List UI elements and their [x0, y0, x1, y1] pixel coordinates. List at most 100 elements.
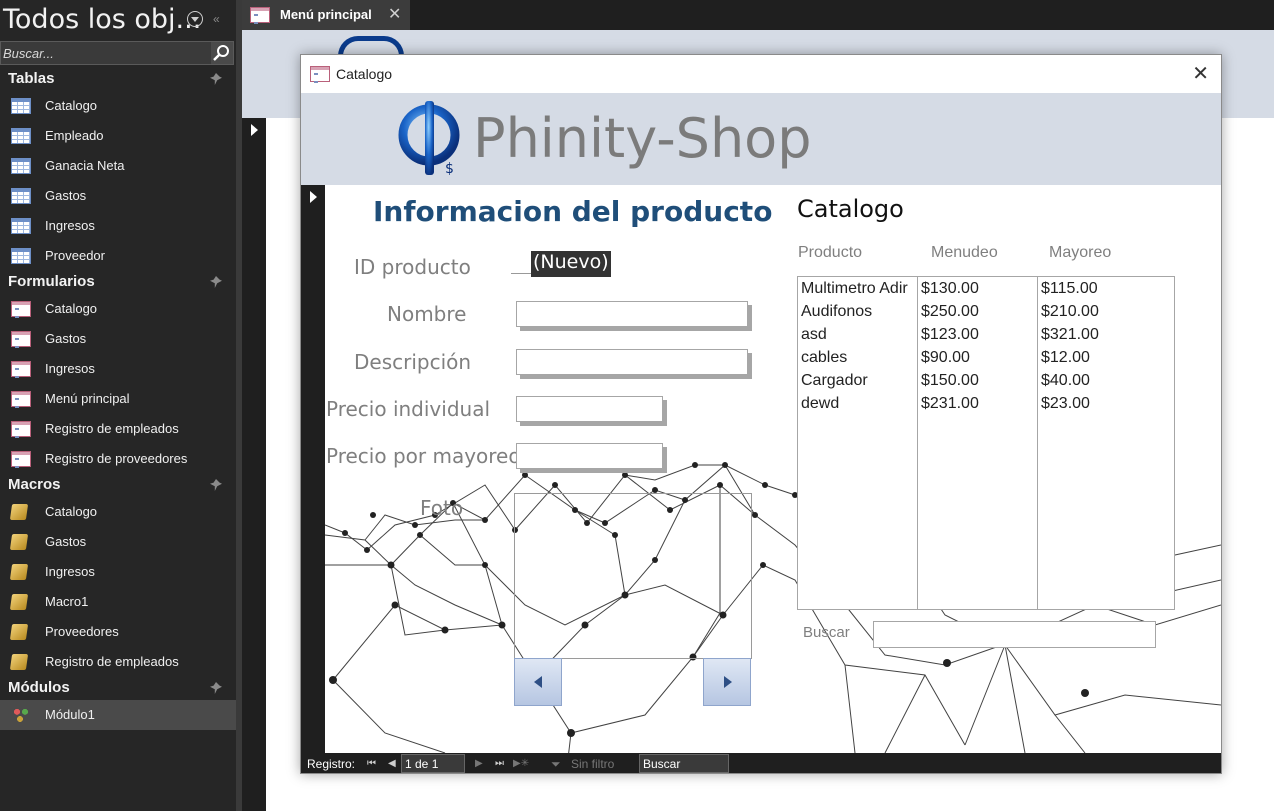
- nav-item-macro-proveedores[interactable]: Proveedores: [0, 617, 236, 647]
- filter-icon[interactable]: ⏷: [551, 753, 561, 773]
- record-position-field[interactable]: [401, 754, 465, 773]
- pin-icon[interactable]: [210, 479, 222, 491]
- cell-menudeo: $130.00: [921, 280, 979, 297]
- nav-item-macro-catalogo[interactable]: Catalogo: [0, 497, 236, 527]
- nav-item-table-proveedor[interactable]: Proveedor: [0, 241, 236, 271]
- nav-pane-title[interactable]: Todos los obj...: [3, 4, 201, 35]
- next-photo-button[interactable]: [703, 658, 751, 706]
- group-header-modulos[interactable]: Módulos: [0, 675, 236, 701]
- collapse-pane-icon[interactable]: «: [213, 12, 220, 26]
- nombre-label: Nombre: [387, 302, 467, 326]
- cell-producto: Multimetro Adir: [801, 280, 908, 297]
- nav-item-macro-gastos[interactable]: Gastos: [0, 527, 236, 557]
- phi-logo-icon: $: [398, 101, 460, 177]
- previous-record-icon[interactable]: ◀: [388, 753, 396, 773]
- pin-icon[interactable]: [210, 682, 222, 694]
- record-selector[interactable]: [242, 118, 266, 811]
- pin-icon[interactable]: [210, 73, 222, 85]
- form-icon: [11, 301, 31, 318]
- form-icon: [11, 451, 31, 468]
- nav-item-table-catalogo[interactable]: Catalogo: [0, 91, 236, 121]
- group-label: Tablas: [8, 70, 55, 87]
- catalog-listbox[interactable]: Multimetro Adir $130.00 $115.00 Audifonos $…: [797, 276, 1175, 610]
- table-icon: [11, 128, 31, 144]
- precio-individual-field[interactable]: [516, 396, 663, 422]
- macro-icon: [9, 564, 29, 580]
- id-producto-value[interactable]: (Nuevo): [531, 251, 611, 277]
- macro-icon: [9, 504, 29, 520]
- nav-item-form-catalogo[interactable]: Catalogo: [0, 294, 236, 324]
- precio-mayoreo-field[interactable]: [516, 443, 663, 469]
- cell-menudeo: $123.00: [921, 326, 979, 343]
- nav-item-form-registro-empleados[interactable]: Registro de empleados: [0, 414, 236, 444]
- nav-item-label: Registro de empleados: [45, 421, 179, 436]
- list-row[interactable]: Multimetro Adir $130.00 $115.00: [798, 277, 1176, 300]
- list-row[interactable]: cables $90.00 $12.00: [798, 346, 1176, 369]
- record-selector[interactable]: [301, 185, 325, 753]
- cell-menudeo: $250.00: [921, 303, 979, 320]
- group-header-tablas[interactable]: Tablas: [0, 66, 236, 92]
- nav-item-table-gastos[interactable]: Gastos: [0, 181, 236, 211]
- nav-item-label: Registro de empleados: [45, 654, 179, 669]
- nav-item-form-registro-proveedores[interactable]: Registro de proveedores: [0, 444, 236, 474]
- pin-icon[interactable]: [210, 276, 222, 288]
- popup-header-band: $ Phinity-Shop: [301, 93, 1221, 185]
- close-icon[interactable]: ✕: [1192, 55, 1209, 93]
- list-row[interactable]: Cargador $150.00 $40.00: [798, 369, 1176, 392]
- list-row[interactable]: Audifonos $250.00 $210.00: [798, 300, 1176, 323]
- nav-item-module-modulo1[interactable]: Módulo1: [0, 700, 236, 730]
- nav-item-label: Gastos: [45, 534, 87, 549]
- form-icon: [11, 421, 31, 438]
- macro-icon: [9, 654, 29, 670]
- cell-mayoreo: $12.00: [1041, 349, 1090, 366]
- cell-mayoreo: $321.00: [1041, 326, 1099, 343]
- nav-item-form-menu-principal[interactable]: Menú principal: [0, 384, 236, 414]
- cell-producto: Cargador: [801, 372, 868, 389]
- popup-titlebar[interactable]: Catalogo ✕: [301, 55, 1221, 93]
- precio-mayoreo-label: Precio por mayoreo: [326, 444, 521, 468]
- column-header-mayoreo: Mayoreo: [1049, 244, 1112, 261]
- table-icon: [11, 98, 31, 114]
- macro-icon: [9, 534, 29, 550]
- descripcion-label: Descripción: [354, 350, 472, 374]
- next-record-icon[interactable]: ▶: [475, 753, 483, 773]
- nombre-field[interactable]: [516, 301, 748, 327]
- nav-item-macro-macro1[interactable]: Macro1: [0, 587, 236, 617]
- popup-title: Catalogo: [336, 66, 393, 82]
- list-row[interactable]: asd $123.00 $321.00: [798, 323, 1176, 346]
- nav-item-form-ingresos[interactable]: Ingresos: [0, 354, 236, 384]
- photo-frame[interactable]: [514, 493, 752, 659]
- nav-item-macro-ingresos[interactable]: Ingresos: [0, 557, 236, 587]
- form-title: Informacion del producto: [373, 195, 773, 228]
- arrow-left-icon: [534, 676, 542, 688]
- nav-item-macro-registro-empleados[interactable]: Registro de empleados: [0, 647, 236, 677]
- precio-individual-label: Precio individual: [326, 397, 491, 421]
- tab-menu-principal[interactable]: Menú principal ✕: [242, 0, 410, 30]
- form-icon: [250, 7, 270, 24]
- nav-item-table-empleado[interactable]: Empleado: [0, 121, 236, 151]
- chevron-down-icon[interactable]: [187, 11, 203, 27]
- record-search-input[interactable]: [639, 754, 729, 773]
- id-producto-label: ID producto: [354, 255, 471, 279]
- filter-status[interactable]: Sin filtro: [571, 753, 614, 773]
- nav-item-label: Catalogo: [45, 301, 98, 316]
- search-icon[interactable]: [211, 42, 233, 64]
- nav-item-table-ganancia[interactable]: Ganacia Neta: [0, 151, 236, 181]
- last-record-icon[interactable]: ⏭: [495, 753, 504, 773]
- nav-search-input[interactable]: [1, 42, 211, 64]
- form-detail-section: Informacion del producto ID producto (Nu…: [325, 185, 1221, 753]
- previous-photo-button[interactable]: [514, 658, 562, 706]
- close-icon[interactable]: ✕: [388, 0, 401, 30]
- module-icon: [11, 707, 31, 723]
- nav-item-form-gastos[interactable]: Gastos: [0, 324, 236, 354]
- catalog-search-input[interactable]: [873, 621, 1156, 648]
- nav-item-table-ingresos[interactable]: Ingresos: [0, 211, 236, 241]
- group-header-formularios[interactable]: Formularios: [0, 269, 236, 295]
- svg-text:$: $: [445, 161, 454, 177]
- list-row[interactable]: dewd $231.00 $23.00: [798, 392, 1176, 415]
- new-record-icon[interactable]: ▶✳: [513, 753, 529, 773]
- first-record-icon[interactable]: ⏮: [367, 753, 376, 773]
- table-icon: [11, 158, 31, 174]
- descripcion-field[interactable]: [516, 349, 748, 375]
- group-header-macros[interactable]: Macros: [0, 472, 236, 498]
